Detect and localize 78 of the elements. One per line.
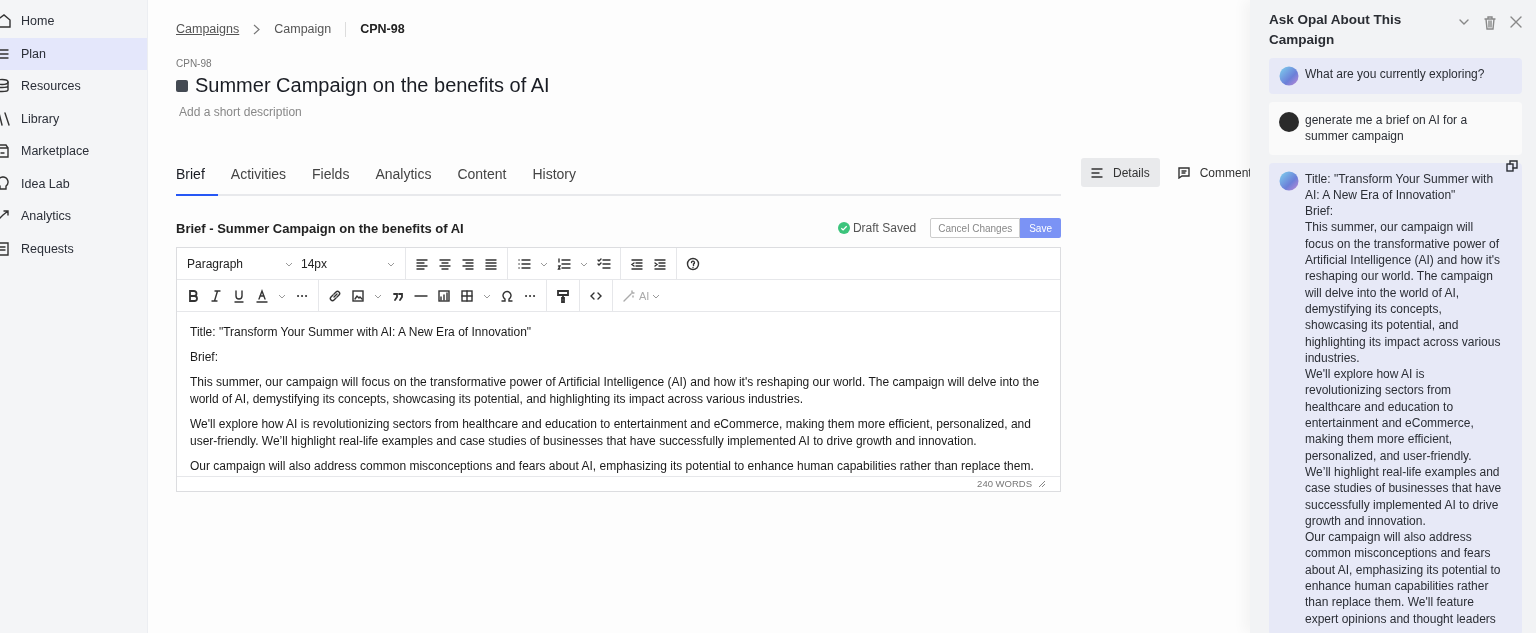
message-text: We’ll highlight real-life examples and case studies of businesses that have successfully implemented AI to drive growth and innovation. (1305, 463, 1503, 530)
assistant-avatar-icon (1279, 170, 1299, 191)
paint-roller-icon[interactable] (556, 288, 570, 303)
message-text: Title: "Transform Your Summer with AI: A New Era of Innovation" (1305, 170, 1495, 204)
font-size-select[interactable]: 14px (301, 256, 405, 271)
sidebar-item[interactable]: Library (0, 102, 147, 135)
align-left-icon[interactable] (415, 256, 429, 271)
message-text: Our campaign will also address common misconceptions and fears about AI, emphasizing its potential to enhance human capabilities rather than replace them. We'll feature expert opinions and thought leaders (1305, 529, 1502, 627)
bullet-list-icon[interactable] (517, 256, 531, 271)
help-icon[interactable] (686, 256, 700, 271)
view-toggle-button[interactable]: Details (1081, 158, 1160, 187)
copy-icon[interactable] (1506, 159, 1518, 172)
italic-icon[interactable] (209, 288, 223, 303)
tab[interactable]: Analytics (362, 158, 445, 194)
tab[interactable]: Activities (217, 158, 300, 194)
sidebar-item[interactable]: Resources (0, 70, 147, 103)
lines-icon (1091, 167, 1103, 178)
sidebar-item[interactable]: Home (0, 5, 147, 38)
view-toggle-button[interactable]: Comment (1167, 158, 1252, 187)
resize-handle-icon[interactable] (1038, 479, 1046, 488)
description-field[interactable]: Add a short description (179, 105, 479, 119)
text-color-icon[interactable] (255, 288, 269, 303)
word-count: 240 WORDS (977, 478, 1032, 489)
justify-icon[interactable] (484, 256, 498, 271)
panel-title: Ask Opal About This Campaign (1269, 11, 1403, 49)
sidebar-item[interactable]: Idea Lab (0, 167, 147, 200)
align-right-icon[interactable] (461, 256, 475, 271)
checklist-icon[interactable] (597, 256, 611, 271)
table-icon[interactable] (460, 288, 474, 303)
sidebar-item[interactable]: Analytics (0, 200, 147, 233)
brief-paragraph: Title: "Transform Your Summer with AI: A New Era of Innovation" (190, 324, 533, 341)
trash-icon[interactable] (1484, 16, 1496, 30)
breadcrumb-current: CPN-98 (360, 22, 405, 36)
assistant-avatar-icon (1279, 66, 1299, 86)
sidebar-item[interactable]: Marketplace (0, 135, 147, 168)
indent-icon[interactable] (653, 256, 667, 271)
user-avatar (1279, 112, 1299, 132)
outdent-icon[interactable] (630, 256, 644, 271)
check-circle-icon (837, 222, 850, 234)
message-text: What are you currently exploring? (1305, 66, 1485, 83)
sidebar-item[interactable]: Requests (0, 232, 147, 265)
document-icon (0, 240, 10, 257)
tab[interactable]: Brief (176, 158, 218, 194)
cancel-changes-button[interactable]: Cancel Changes (930, 218, 1021, 238)
message-text: Brief: (1305, 203, 1334, 220)
chevron-right-icon (253, 23, 261, 35)
brief-paragraph: This summer, our campaign will focus on the transformative power of Artificial Intelligence (AI) and how it's reshaping our world. The campaign will delve into the world of AI, demystifying its concepts, showcasing its potential, and highlighting its impact across various industries. (190, 374, 1041, 408)
sidebar-item[interactable]: Plan (0, 37, 147, 70)
bold-icon[interactable] (186, 288, 200, 303)
brief-heading: Brief - Summer Campaign on the benefits of AI (176, 220, 465, 236)
numbered-list-icon[interactable] (557, 256, 571, 271)
draft-status: Draft Saved (852, 221, 917, 235)
block-format-select[interactable]: Paragraph (187, 256, 301, 271)
brief-paragraph: Our campaign will also address common misconceptions and fears about AI, emphasizing its potential to enhance human capabilities rather than replace them. (190, 458, 1035, 475)
message-text: We'll explore how AI is revolutionizing sectors from healthcare and education to entertainment and eCommerce, making them more efficient, personalized, and user-friendly. (1305, 366, 1475, 464)
brief-paragraph: We'll explore how AI is revolutionizing sectors from healthcare and education to entertainment and eCommerce, making them more efficient, personalized, and user-friendly. We’ll highlight real-life examples and case studies of businesses that have successfully implemented AI to drive growth and innovation. (190, 416, 1032, 450)
image-icon[interactable] (351, 288, 365, 303)
link-icon[interactable] (328, 288, 342, 303)
underline-icon[interactable] (232, 288, 246, 303)
close-icon[interactable] (1510, 16, 1522, 28)
breadcrumb-link[interactable]: Campaigns (176, 22, 240, 36)
speech-bubble-icon (1177, 166, 1190, 179)
message-text: generate me a brief on AI for a summer campaign (1305, 112, 1469, 145)
tab[interactable]: History (519, 158, 590, 194)
campaign-title: Summer Campaign on the benefits of AI (195, 74, 550, 97)
tab[interactable]: Content (444, 158, 520, 194)
home-icon (0, 13, 10, 30)
breadcrumb-item[interactable]: Campaign (274, 22, 332, 36)
omega-icon[interactable] (500, 288, 514, 303)
bulb-icon (0, 175, 10, 192)
stack-icon (0, 78, 10, 95)
align-center-icon[interactable] (438, 256, 452, 271)
campaign-id: CPN-98 (176, 58, 213, 69)
message-text: This summer, our campaign will focus on the transformative power of Artificial Intelligence (AI) and how it's reshaping our world. The campaign will delve into the world of AI, demystifying its concepts, showcasing its potential, and highlighting its impact across various industries. (1305, 219, 1502, 367)
chart-icon[interactable] (437, 288, 451, 303)
brief-paragraph: Brief: (190, 349, 219, 366)
status-square-icon (176, 79, 188, 92)
tab[interactable]: Fields (299, 158, 363, 194)
